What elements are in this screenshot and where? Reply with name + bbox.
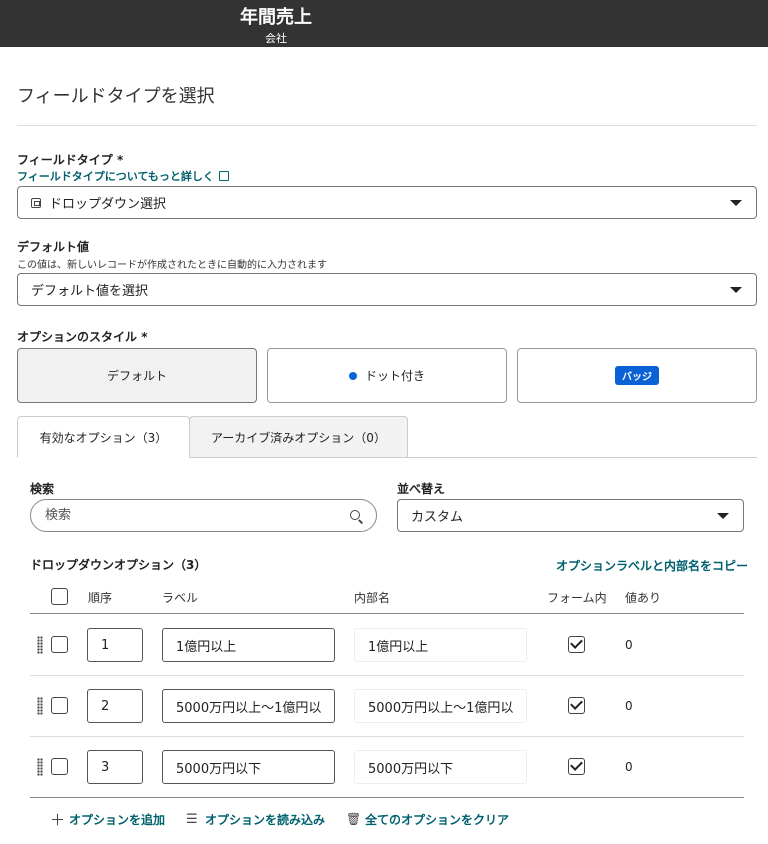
field-type-select[interactable]: ドロップダウン選択 (17, 186, 757, 219)
row-divider (30, 675, 744, 676)
default-value-select[interactable]: デフォルト値を選択 (17, 273, 757, 306)
field-type-help-link[interactable]: フィールドタイプについてもっと詳しく (17, 168, 229, 184)
tab-active-options[interactable]: 有効なオプション（3） (17, 416, 190, 458)
badge-sample: バッジ (615, 366, 659, 385)
required-mark: * (116, 153, 124, 167)
table-bottom-divider (30, 797, 744, 798)
style-card-default[interactable]: デフォルト (17, 348, 257, 403)
field-type-value: ドロップダウン選択 (49, 197, 167, 212)
header-label: ラベル (162, 591, 199, 605)
header-internal-name: 内部名 (354, 591, 391, 605)
dropdown-type-icon (31, 197, 41, 208)
chevron-down-icon (730, 200, 742, 206)
style-card-badge[interactable]: バッジ (517, 348, 757, 403)
order-input[interactable]: 1 (87, 628, 143, 662)
label-input[interactable]: 1億円以上 (162, 628, 335, 662)
label-input[interactable]: 5000万円以下 (162, 750, 335, 784)
tab-archived-options[interactable]: アーカイブ済みオプション（0） (189, 416, 408, 458)
value-count: 0 (625, 638, 633, 652)
in-form-checkbox[interactable] (568, 758, 585, 775)
default-value-label: デフォルト値 (17, 240, 90, 254)
header-subtitle: 会社 (265, 32, 287, 45)
select-all-checkbox[interactable] (51, 588, 68, 605)
style-card-dot[interactable]: ドット付き (267, 348, 507, 403)
row-checkbox[interactable] (51, 758, 68, 775)
option-style-label: オプションのスタイル * (17, 330, 148, 344)
value-count: 0 (625, 699, 633, 713)
table-header-divider (30, 613, 744, 614)
row-checkbox[interactable] (51, 636, 68, 653)
internal-name-field: 1億円以上 (354, 628, 527, 662)
default-value-placeholder: デフォルト値を選択 (31, 284, 149, 299)
label-input[interactable]: 5000万円以上〜1億円以 (162, 689, 335, 723)
search-input[interactable] (30, 499, 377, 532)
copy-labels-link[interactable]: オプションラベルと内部名をコピー (556, 557, 748, 574)
header-order: 順序 (88, 591, 113, 605)
plus-icon: ＋ (50, 811, 66, 829)
list-icon: ☰ (186, 812, 198, 827)
order-input[interactable]: 2 (87, 689, 143, 723)
in-form-checkbox[interactable] (568, 697, 585, 714)
search-icon[interactable] (350, 510, 360, 520)
header-has-value: 値あり (625, 591, 662, 605)
external-link-icon (218, 171, 229, 181)
header-in-form: フォーム内 (547, 591, 607, 605)
chevron-down-icon (730, 287, 742, 293)
search-label: 検索 (30, 482, 55, 496)
row-divider (30, 736, 744, 737)
page-title: フィールドタイプを選択 (17, 86, 215, 107)
drag-handle-icon[interactable] (37, 758, 43, 776)
dot-icon (348, 371, 357, 380)
trash-icon: 🗑 (346, 812, 362, 826)
required-mark: * (141, 330, 148, 344)
app-header: 年間売上 会社 (0, 0, 768, 47)
default-value-hint: この値は、新しいレコードが作成されたときに自動的に入力されます (17, 260, 327, 271)
chevron-down-icon (717, 513, 729, 519)
sort-select[interactable]: カスタム (397, 499, 744, 532)
sort-label: 並べ替え (397, 482, 446, 496)
add-option-button[interactable]: オプションを追加 (69, 811, 165, 828)
sort-value: カスタム (411, 510, 464, 525)
internal-name-field: 5000万円以下 (354, 750, 527, 784)
field-type-label: フィールドタイプ * (17, 153, 124, 167)
import-options-button[interactable]: オプションを読み込み (205, 811, 325, 828)
clear-options-button[interactable]: 全てのオプションをクリア (365, 811, 509, 828)
drag-handle-icon[interactable] (37, 697, 43, 715)
order-input[interactable]: 3 (87, 750, 143, 784)
options-table-title: ドロップダウンオプション（3） (30, 558, 207, 572)
drag-handle-icon[interactable] (37, 636, 43, 654)
internal-name-field: 5000万円以上〜1億円以 (354, 689, 527, 723)
row-checkbox[interactable] (51, 697, 68, 714)
in-form-checkbox[interactable] (568, 636, 585, 653)
header-title: 年間売上 (240, 7, 312, 28)
value-count: 0 (625, 760, 633, 774)
divider (17, 125, 757, 126)
